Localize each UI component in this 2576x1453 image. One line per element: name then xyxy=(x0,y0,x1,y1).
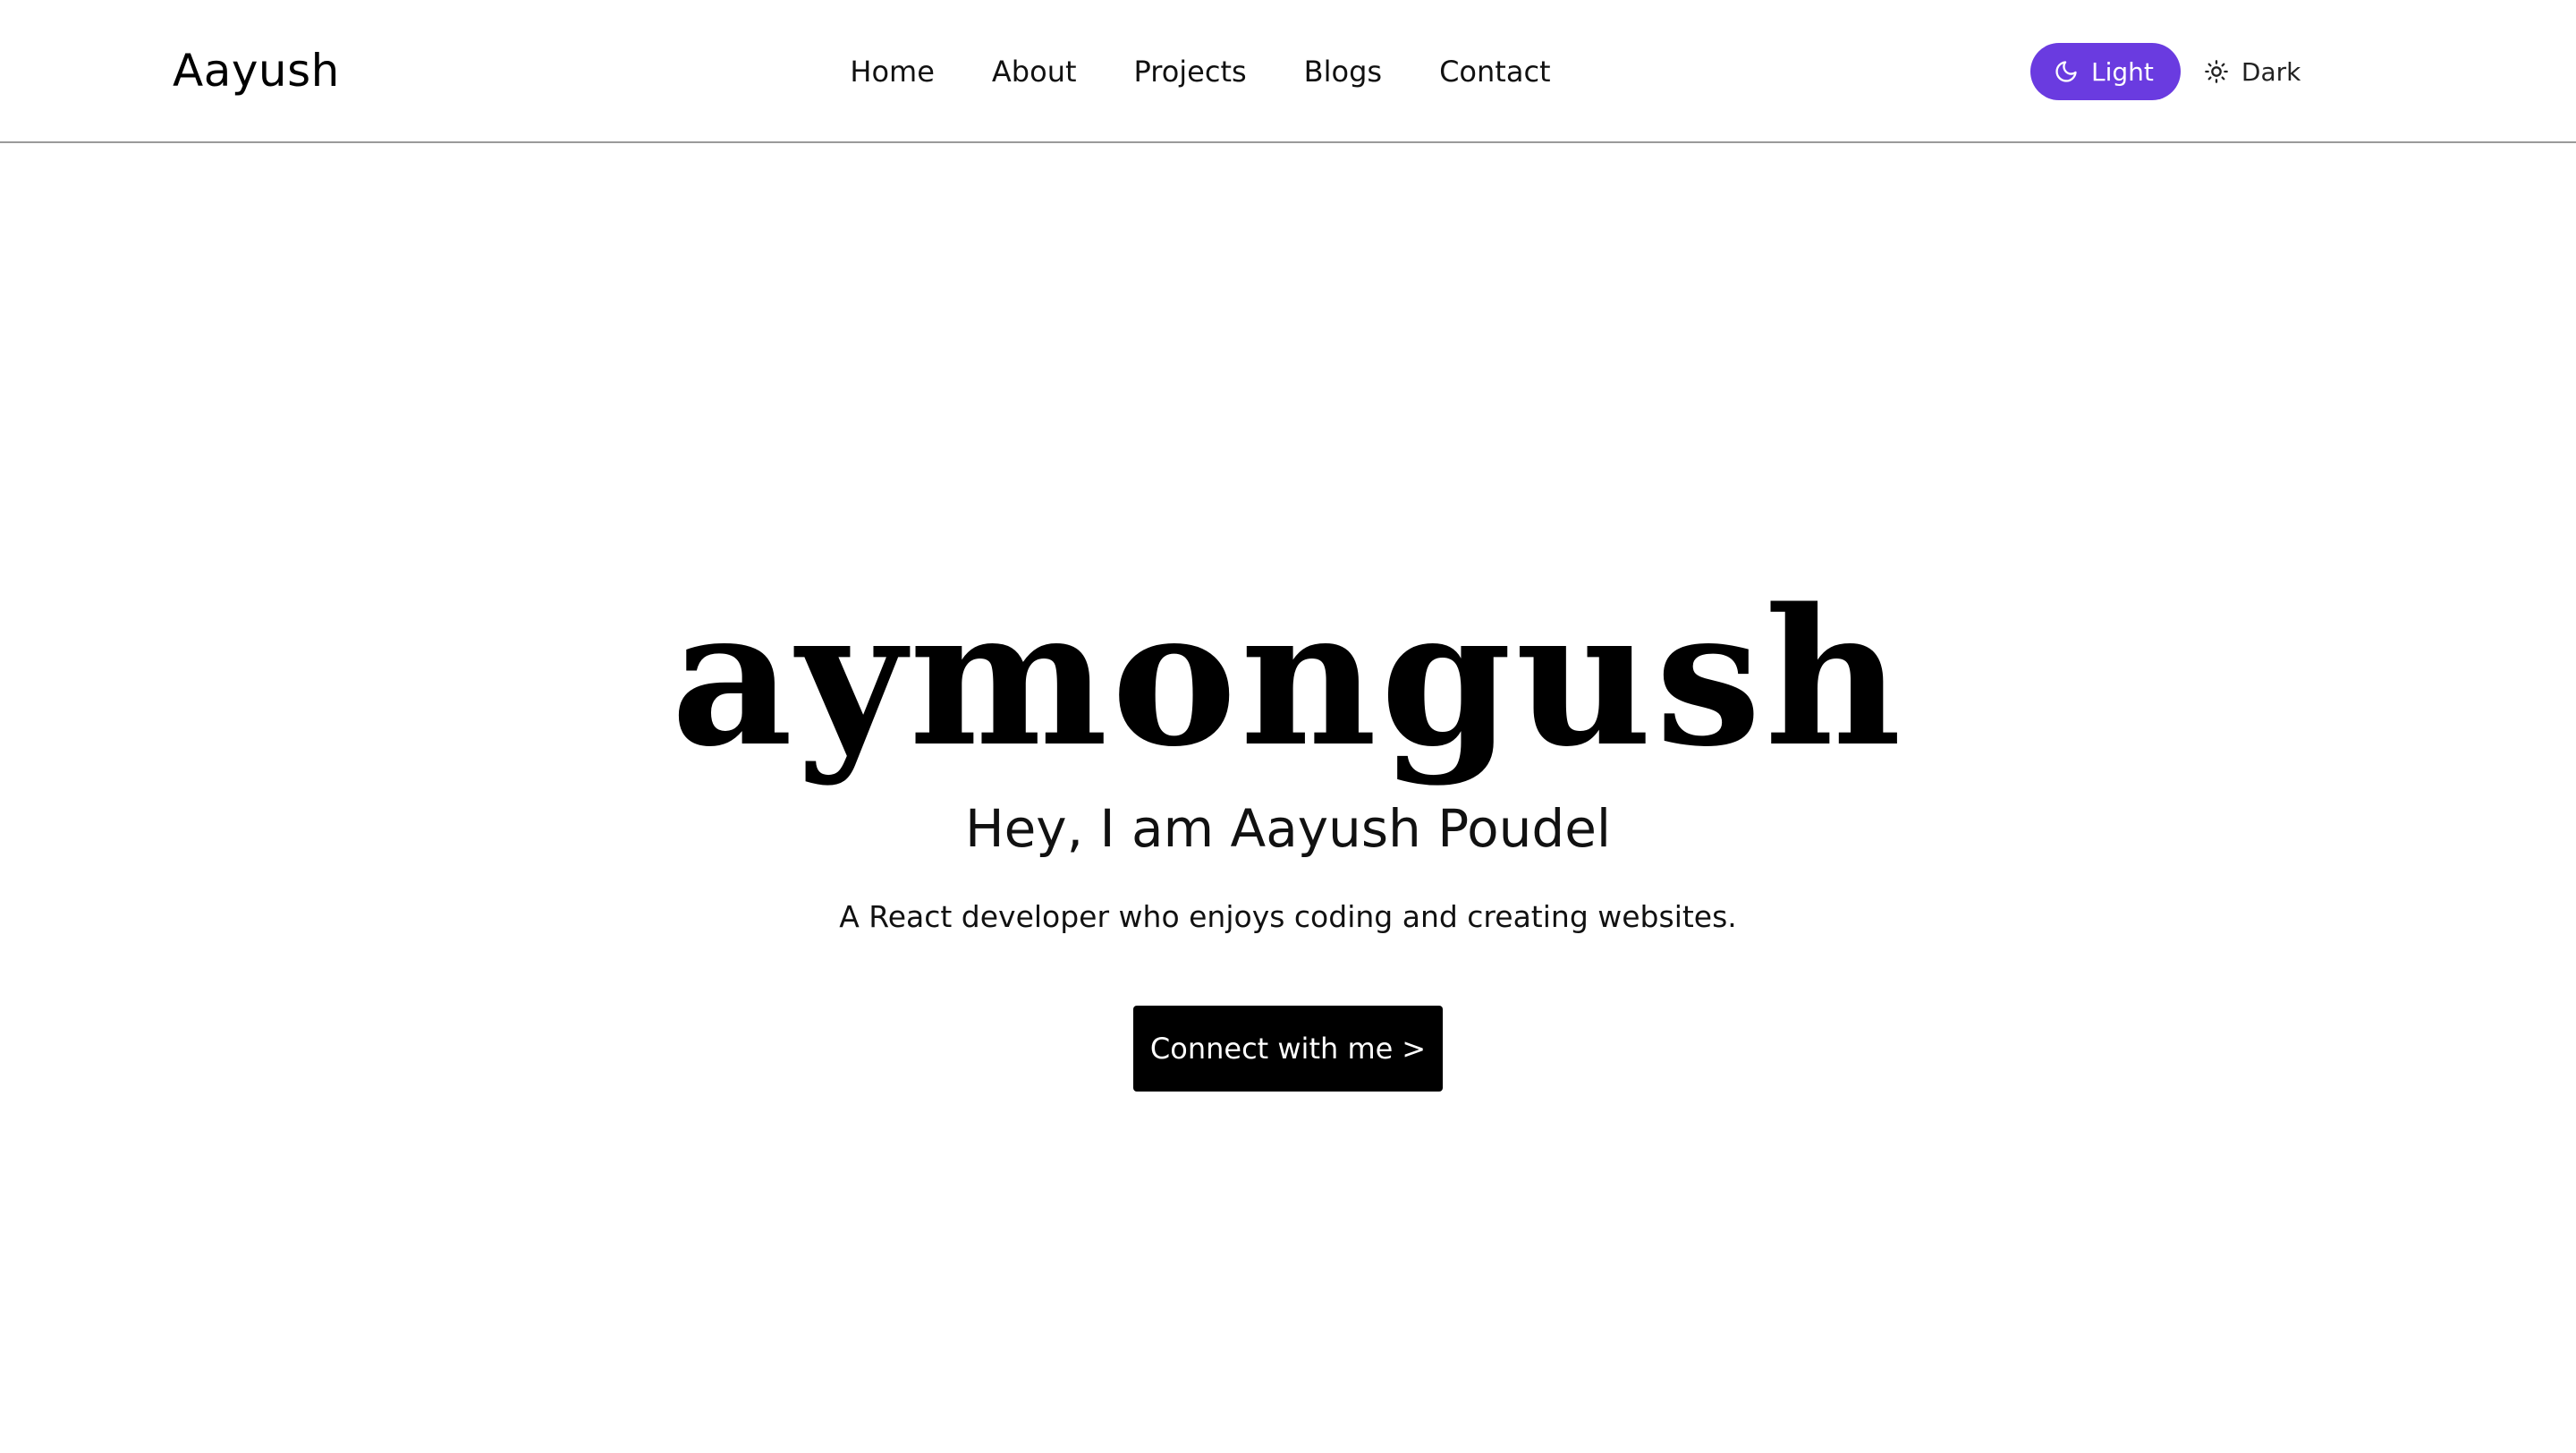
dark-theme-label: Dark xyxy=(2241,56,2301,87)
nav-link-projects[interactable]: Projects xyxy=(1134,47,1247,97)
nav-link-about[interactable]: About xyxy=(992,47,1077,97)
hero-title: aymongush xyxy=(671,567,1905,788)
brand-logo[interactable]: Aayush xyxy=(173,39,340,102)
light-theme-label: Light xyxy=(2091,56,2154,87)
nav-link-home[interactable]: Home xyxy=(850,47,935,97)
sun-icon xyxy=(2204,59,2229,84)
hero-description: A React developer who enjoys coding and … xyxy=(839,899,1737,934)
dark-theme-button[interactable]: Dark xyxy=(2204,43,2301,100)
light-theme-button[interactable]: Light xyxy=(2030,43,2181,100)
nav-link-blogs[interactable]: Blogs xyxy=(1304,47,1382,97)
moon-icon xyxy=(2054,59,2079,84)
nav-link-contact[interactable]: Contact xyxy=(1439,47,1551,97)
nav-menu-items: Home About Projects Blogs Contact xyxy=(850,47,1550,97)
hero-subtitle: Hey, I am Aayush Poudel xyxy=(965,798,1611,859)
chevron-right-icon: > xyxy=(1402,1032,1427,1066)
connect-button-label: Connect with me xyxy=(1149,1032,1394,1066)
navbar: Aayush Home About Projects Blogs Contact… xyxy=(0,0,2576,143)
theme-toggle: Light Dark xyxy=(2030,43,2301,100)
connect-button[interactable]: Connect with me > xyxy=(1133,1006,1443,1092)
hero-section: aymongush Hey, I am Aayush Poudel A Reac… xyxy=(0,143,2576,1453)
